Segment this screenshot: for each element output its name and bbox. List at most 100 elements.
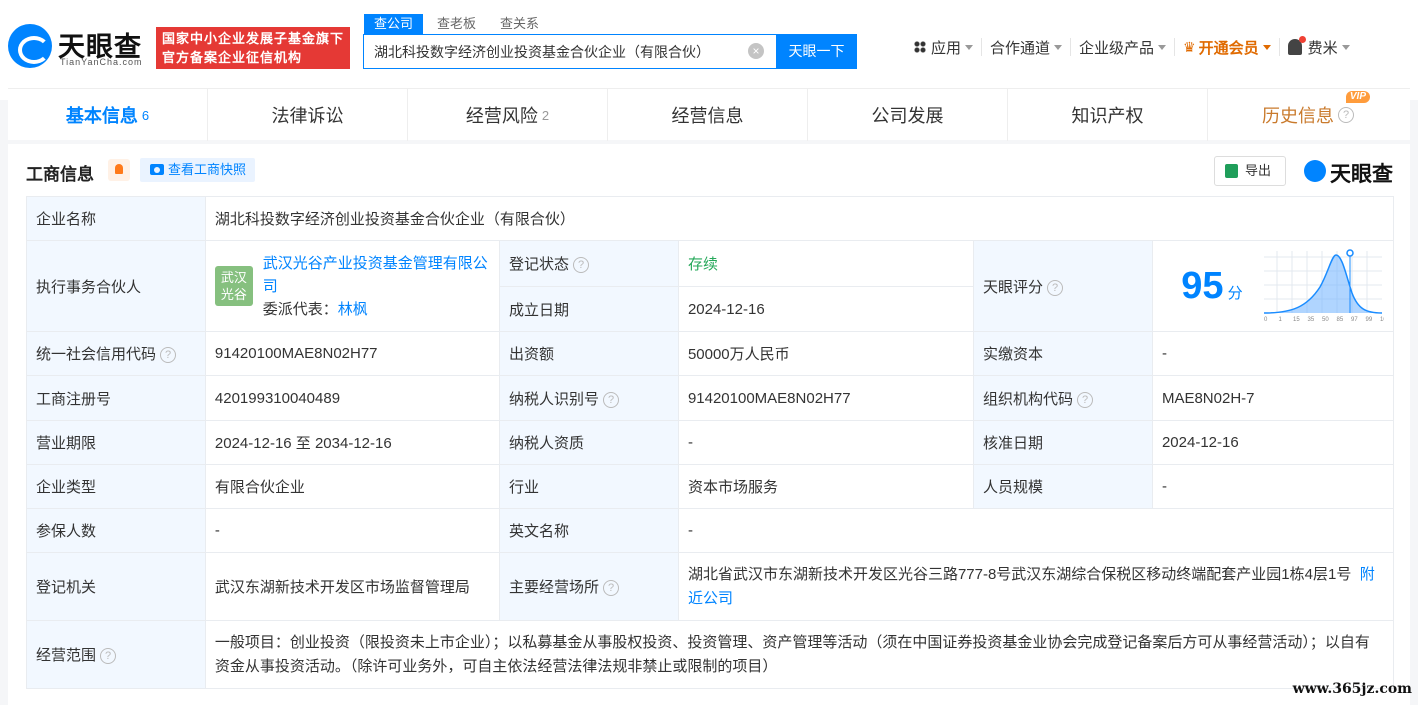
- paid-label: 实缴资本: [973, 331, 1153, 376]
- credit-label-cell: 统一社会信用代码?: [26, 331, 206, 376]
- nav-apps[interactable]: 应用: [906, 38, 983, 57]
- table-row: 企业类型 有限合伙企业 行业 资本市场服务 人员规模 -: [26, 464, 1395, 509]
- chart-x-tick: 99: [1365, 317, 1372, 323]
- clear-search-icon[interactable]: ×: [748, 43, 764, 59]
- logo-eye-icon: [8, 24, 52, 68]
- tab-count: 6: [141, 107, 150, 123]
- help-icon[interactable]: ?: [1338, 107, 1354, 123]
- chevron-down-icon: [1341, 44, 1350, 50]
- term-value: 2024-12-16 至 2034-12-16: [204, 420, 501, 465]
- tab-ip[interactable]: 知识产权: [1008, 89, 1208, 141]
- top-nav: 应用 合作通道 企业级产品 ♛ 开通会员 费米: [906, 36, 1358, 57]
- chart-x-ticks: 0 1 15 35 50 85 97 99 100: [1264, 317, 1384, 323]
- help-icon[interactable]: ?: [603, 580, 620, 597]
- brand-eye-icon: [1304, 160, 1326, 182]
- nav-enterprise-label: 企业级产品: [1079, 39, 1155, 57]
- help-icon[interactable]: ?: [603, 391, 620, 408]
- delegate-label: 委派代表：: [262, 300, 338, 318]
- partner-cell: 武汉光谷 武汉光谷产业投资基金管理有限公司 委派代表：林枫: [204, 240, 501, 332]
- industry-value: 资本市场服务: [677, 464, 975, 509]
- snapshot-button[interactable]: 查看工商快照: [140, 158, 256, 182]
- bell-icon[interactable]: [1287, 36, 1306, 55]
- table-row: 营业期限 2024-12-16 至 2034-12-16 纳税人资质 - 核准日…: [26, 420, 1395, 465]
- credit-value: 91420100MAE8N02H77: [204, 331, 501, 376]
- search-tab-relation[interactable]: 查关系: [490, 14, 549, 34]
- chart-x-tick: 100: [1380, 317, 1384, 323]
- search-button[interactable]: 天眼一下: [776, 34, 857, 69]
- official-banner[interactable]: 国家中小企业发展子基金旗下 官方备案企业征信机构: [156, 27, 350, 69]
- score-marker-dot: [1346, 249, 1354, 257]
- watermark: www.365jz.com: [1292, 681, 1412, 697]
- tab-history[interactable]: VIP 历史信息?: [1208, 89, 1408, 141]
- capital-value: 50000万人民币: [677, 331, 975, 376]
- chart-x-tick: 1: [1278, 317, 1282, 323]
- type-label: 企业类型: [26, 464, 206, 509]
- tianyancha-logo[interactable]: 天眼查 TianYanCha.com: [8, 24, 148, 70]
- tab-operation[interactable]: 经营信息: [608, 89, 808, 141]
- help-icon[interactable]: ?: [1077, 391, 1094, 408]
- tab-label: 基本信息: [65, 106, 138, 126]
- taxq-label: 纳税人资质: [499, 420, 679, 465]
- tax-label-cell: 纳税人识别号?: [499, 375, 679, 421]
- en-label: 英文名称: [499, 508, 679, 553]
- tab-legal[interactable]: 法律诉讼: [208, 89, 408, 141]
- delegate-link[interactable]: 林枫: [338, 301, 368, 318]
- score-value: 95: [1181, 264, 1224, 307]
- authority-label: 登记机关: [26, 552, 206, 621]
- tab-development[interactable]: 公司发展: [808, 89, 1008, 141]
- search-tab-boss[interactable]: 查老板: [427, 14, 486, 34]
- nav-user-label: 费米: [1307, 39, 1338, 57]
- help-icon[interactable]: ?: [1047, 279, 1064, 296]
- business-info-panel: 工商信息 查看工商快照 导出 天眼查 企业名称 湖北科投数字经济创业投资基金合伙…: [8, 144, 1410, 705]
- search-tabs: 查公司 查老板 查关系: [364, 14, 553, 34]
- staff-label: 人员规模: [973, 464, 1153, 509]
- org-value: MAE8N02H-7: [1151, 375, 1395, 421]
- tab-risk[interactable]: 经营风险 2: [408, 89, 608, 141]
- nav-user[interactable]: 费米: [1280, 36, 1358, 57]
- brand-text: 天眼查: [1330, 163, 1393, 186]
- nav-vip[interactable]: ♛ 开通会员: [1175, 38, 1280, 57]
- en-value: -: [677, 508, 1395, 553]
- notification-dot: [1298, 36, 1306, 43]
- taxq-value: -: [677, 420, 975, 465]
- export-label: 导出: [1245, 163, 1272, 178]
- status-value: 存续: [677, 240, 975, 287]
- partner-label: 执行事务合伙人: [26, 240, 206, 332]
- banner-line-2: 官方备案企业征信机构: [162, 50, 303, 65]
- help-icon[interactable]: ?: [160, 347, 177, 364]
- brand-logo: 天眼查: [1304, 158, 1393, 188]
- capital-label: 出资额: [499, 331, 679, 376]
- search-tab-company[interactable]: 查公司: [364, 14, 424, 34]
- score-unit: 分: [1227, 284, 1243, 302]
- score-cell: 95分 0 1 15 35 50 85 97 99 100: [1151, 240, 1395, 332]
- tax-label: 纳税人识别号: [509, 390, 600, 408]
- help-icon[interactable]: ?: [573, 257, 590, 274]
- search-input[interactable]: [364, 35, 754, 68]
- chart-x-tick: 97: [1351, 317, 1358, 323]
- term-label: 营业期限: [26, 420, 206, 465]
- table-row: 执行事务合伙人 武汉光谷 武汉光谷产业投资基金管理有限公司 委派代表：林枫 登记…: [26, 240, 1395, 332]
- monitor-bell-icon[interactable]: [108, 159, 130, 181]
- staff-value: -: [1151, 464, 1395, 509]
- help-icon[interactable]: ?: [100, 648, 117, 665]
- founded-value: 2024-12-16: [677, 286, 975, 332]
- insured-label: 参保人数: [26, 508, 206, 553]
- export-button[interactable]: 导出: [1214, 156, 1286, 186]
- logo-subtext: TianYanCha.com: [60, 57, 143, 67]
- partner-link[interactable]: 武汉光谷产业投资基金管理有限公司: [263, 252, 490, 298]
- camera-icon: [150, 164, 164, 175]
- chevron-down-icon: [1158, 44, 1167, 50]
- reg-label: 工商注册号: [26, 375, 206, 421]
- apps-grid-icon: [914, 41, 926, 53]
- table-row: 参保人数 - 英文名称 -: [26, 508, 1395, 553]
- tab-basic-info[interactable]: 基本信息 6: [8, 89, 208, 141]
- table-row: 工商注册号 420199310040489 纳税人识别号? 91420100MA…: [26, 375, 1395, 421]
- address-label: 主要经营场所: [509, 579, 600, 596]
- insured-value: -: [204, 508, 501, 553]
- nav-channel[interactable]: 合作通道: [982, 38, 1072, 57]
- partner-logo[interactable]: 武汉光谷: [214, 266, 253, 306]
- nav-enterprise[interactable]: 企业级产品: [1071, 38, 1176, 57]
- address-cell: 湖北省武汉市东湖新技术开发区光谷三路777-8号武汉东湖综合保税区移动终端配套产…: [677, 552, 1395, 621]
- nav-apps-label: 应用: [931, 39, 962, 57]
- tab-label: 经营信息: [671, 106, 744, 126]
